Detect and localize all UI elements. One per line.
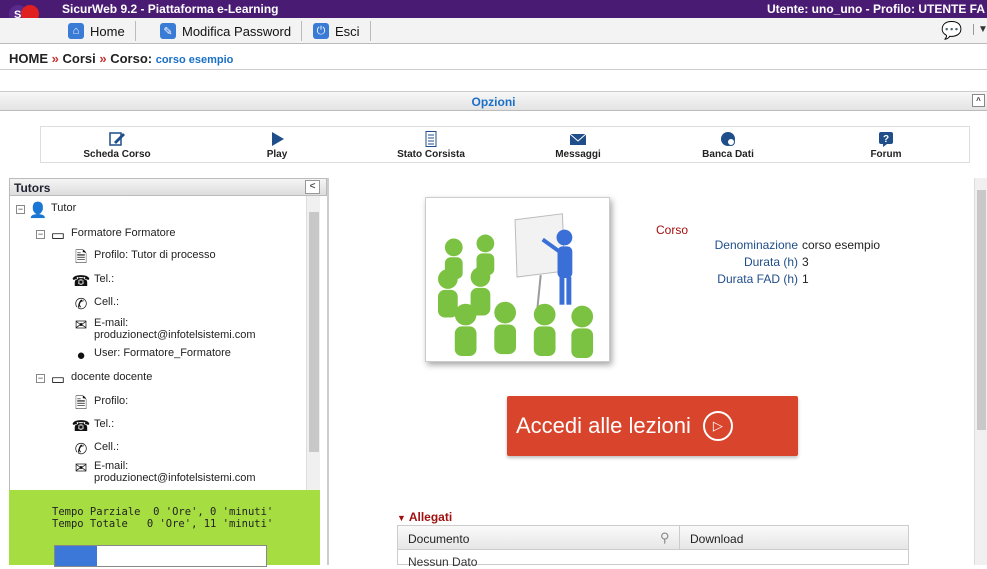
- tree-leaf-phone: ☎ Tel.:: [71, 418, 115, 435]
- exit-button[interactable]: ⏻ Esci: [313, 21, 371, 41]
- tree-leaf-phone: ☎ Tel.:: [71, 273, 115, 290]
- tutors-title: Tutors: [14, 181, 51, 195]
- globe-icon: [721, 132, 735, 146]
- tree-node-tutor-root[interactable]: − 👤 Tutor: [16, 202, 76, 220]
- envelope-icon: [569, 133, 587, 145]
- course-illustration: [425, 197, 610, 362]
- person-icon: 👤: [28, 202, 48, 219]
- progress-fill: [55, 546, 98, 566]
- profile-card-icon: 🗎: [74, 395, 88, 412]
- scheda-corso-button[interactable]: Scheda Corso: [67, 131, 167, 160]
- table-header: Documento ⚲ Download: [398, 526, 908, 550]
- collapse-toggle[interactable]: −: [36, 230, 45, 239]
- wrench-icon: ✎: [160, 23, 176, 39]
- power-icon: ⏻: [313, 23, 329, 39]
- column-download[interactable]: Download: [679, 526, 743, 550]
- partial-time: Tempo Parziale 0 'Ore', 0 'minuti': [52, 506, 274, 518]
- breadcrumb-corsi[interactable]: Corsi: [62, 51, 95, 66]
- course-title-label: Corso: [656, 223, 689, 237]
- panel-divider[interactable]: [327, 178, 329, 565]
- main-scrollbar[interactable]: [974, 178, 987, 565]
- phone-icon: ☎: [71, 418, 91, 435]
- home-icon: ⌂: [68, 23, 84, 39]
- tree-leaf-email: ✉ E-mail: produzionect@infotelsistemi.com: [72, 317, 256, 341]
- total-time: Tempo Totale 0 'Ore', 11 'minuti': [52, 518, 274, 530]
- tutor-email[interactable]: produzionect@infotelsistemi.com: [94, 472, 256, 484]
- play-icon: [272, 132, 284, 146]
- scrollbar-thumb[interactable]: [977, 190, 986, 430]
- time-progress-bar: [54, 545, 267, 567]
- handset-icon: ✆: [74, 441, 88, 458]
- teacher-board-icon: ▭: [50, 227, 66, 244]
- tutors-tree: − 👤 Tutor − ▭ Formatore Formatore 🗎 Prof…: [9, 196, 316, 490]
- collapse-toggle[interactable]: −: [36, 374, 45, 383]
- home-button[interactable]: ⌂ Home: [68, 21, 136, 41]
- envelope-icon: ✉: [74, 460, 88, 477]
- profile-card-icon: 🗎: [74, 249, 88, 266]
- phone-icon: ☎: [71, 273, 91, 290]
- collapse-toggle[interactable]: −: [16, 205, 25, 214]
- play-button[interactable]: Play: [227, 131, 327, 160]
- options-bar: Opzioni ^: [0, 91, 987, 111]
- attachments-header[interactable]: ▼ Allegati: [397, 510, 452, 524]
- tutors-collapse-button[interactable]: <: [305, 180, 320, 194]
- forum-button[interactable]: ? Forum: [836, 131, 936, 160]
- help-icon: ?: [879, 132, 893, 147]
- search-icon[interactable]: ⚲: [660, 530, 670, 546]
- column-documento[interactable]: Documento: [408, 532, 469, 546]
- breadcrumb: HOME » Corsi » Corso: corso esempio: [0, 44, 987, 70]
- tree-leaf-mobile: ✆ Cell.:: [72, 296, 119, 314]
- field-label-denominazione: Denominazione: [714, 238, 798, 252]
- nav-bar: ⌂ Home ✎ Modifica Password ⏻ Esci 💬 ▼: [0, 18, 987, 44]
- attachments-table: Documento ⚲ Download Nessun Dato: [397, 525, 909, 569]
- banca-dati-button[interactable]: Banca Dati: [678, 131, 778, 160]
- options-title: Opzioni: [471, 95, 516, 109]
- tree-leaf-user: ● User: Formatore_Formatore: [72, 347, 230, 365]
- play-circle-icon: ▷: [702, 411, 733, 441]
- tree-leaf-mobile: ✆ Cell.:: [72, 441, 119, 459]
- user-circle-icon: ●: [76, 347, 86, 364]
- svg-text:?: ?: [883, 134, 889, 145]
- options-collapse-button[interactable]: ^: [972, 94, 985, 107]
- chevron-down-icon[interactable]: ▼: [973, 24, 987, 35]
- handset-icon: ✆: [74, 296, 88, 313]
- tree-leaf-profile: 🗎 Profilo:: [72, 395, 128, 413]
- field-value-durata: 3: [802, 255, 809, 269]
- breadcrumb-home[interactable]: HOME: [9, 51, 48, 66]
- breadcrumb-current: corso esempio: [155, 54, 234, 66]
- stato-corsista-button[interactable]: Stato Corsista: [381, 131, 481, 160]
- messaggi-button[interactable]: Messaggi: [528, 131, 628, 160]
- chat-icon[interactable]: 💬: [941, 21, 962, 41]
- edit-icon: [109, 132, 125, 146]
- breadcrumb-corso-label: Corso:: [110, 51, 153, 66]
- tree-node-person[interactable]: − ▭ Formatore Formatore: [36, 227, 176, 245]
- field-value-durata-fad: 1: [802, 272, 809, 286]
- tutors-scrollbar[interactable]: [306, 196, 320, 490]
- caret-down-icon: ▼: [397, 513, 406, 523]
- envelope-icon: ✉: [74, 317, 88, 334]
- access-lessons-button[interactable]: Accedi alle lezioni ▷: [507, 396, 798, 456]
- tree-leaf-email: ✉ E-mail: produzionect@infotelsistemi.com: [72, 460, 256, 484]
- title-bar: SicurWeb 9.2 - Piattaforma e-Learning Ut…: [0, 0, 987, 18]
- empty-row: Nessun Dato: [408, 555, 478, 569]
- field-value-denominazione: corso esempio: [802, 238, 881, 252]
- app-title: SicurWeb 9.2 - Piattaforma e-Learning: [62, 2, 279, 16]
- change-password-button[interactable]: ✎ Modifica Password: [160, 21, 303, 41]
- scrollbar-thumb[interactable]: [309, 212, 319, 452]
- tree-node-person[interactable]: − ▭ docente docente: [36, 371, 152, 389]
- course-toolbar: Scheda Corso Play Stato Corsista Messagg…: [40, 126, 970, 163]
- user-profile-info: Utente: uno_uno - Profilo: UTENTE FA: [767, 2, 985, 16]
- teacher-board-icon: ▭: [50, 371, 66, 388]
- tutor-email[interactable]: produzionect@infotelsistemi.com: [94, 329, 256, 341]
- tree-leaf-profile: 🗎 Profilo: Tutor di processo: [72, 249, 216, 267]
- field-label-durata-fad: Durata FAD (h): [717, 272, 798, 286]
- tutors-panel-header: Tutors <: [9, 178, 327, 196]
- field-label-durata: Durata (h): [743, 255, 798, 269]
- document-icon: [425, 131, 437, 147]
